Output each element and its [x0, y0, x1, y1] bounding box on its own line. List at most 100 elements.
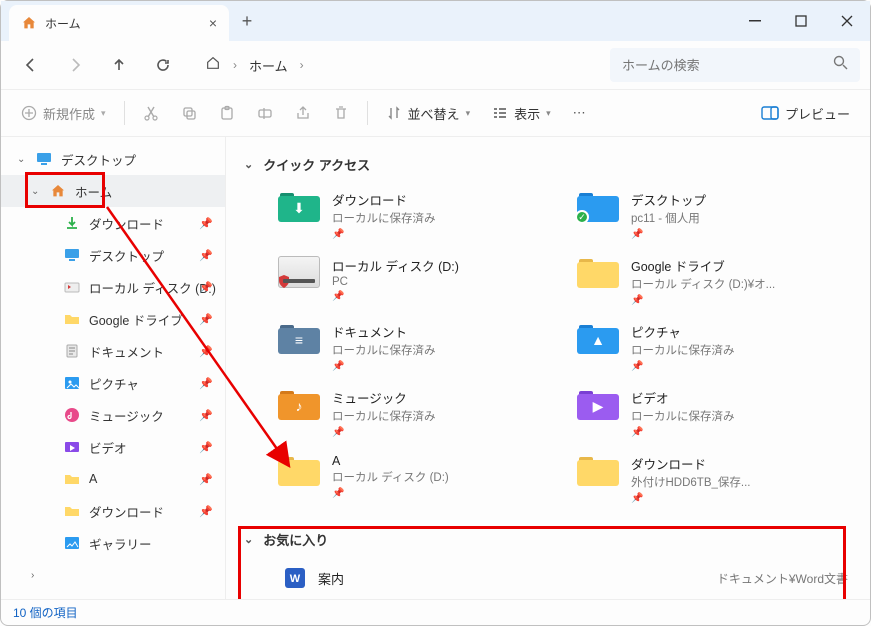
picture-icon: ▲ [577, 322, 619, 354]
chevron-right-icon: › [233, 58, 237, 72]
quick-item-sub: ローカルに保存済み [631, 342, 735, 358]
quick-item-ダウンロード[interactable]: ⬇ダウンロードローカルに保存済み📌 [274, 184, 553, 246]
quick-item-ピクチャ[interactable]: ▲ ピクチャローカルに保存済み 📌 [573, 316, 852, 378]
svg-text:W: W [290, 573, 301, 585]
sidebar-item-blank[interactable]: › [1, 559, 225, 591]
new-button[interactable]: 新規作成 ▾ [11, 95, 116, 131]
copy-button[interactable] [171, 95, 207, 131]
pin-icon: 📌 [631, 361, 735, 372]
search-box[interactable] [610, 48, 860, 82]
search-input[interactable] [622, 58, 833, 73]
quick-item-ミュージック[interactable]: ♪ミュージックローカルに保存済み📌 [274, 382, 553, 444]
pin-icon: 📌 [199, 441, 213, 454]
doc-icon [63, 342, 81, 360]
address-bar[interactable]: › ホーム › [195, 48, 598, 82]
gallery-icon [63, 534, 81, 552]
sidebar-item-デスクトップ[interactable]: ⌄デスクトップ [1, 143, 225, 175]
sidebar-item-Google ドライブ[interactable]: Google ドライブ 📌 [1, 303, 225, 335]
sidebar-item-ビデオ[interactable]: ビデオ📌 [1, 431, 225, 463]
chevron-right-icon[interactable]: › [300, 58, 304, 72]
quick-item-sub: ローカルに保存済み [332, 342, 436, 358]
chevron-down-icon: ⌄ [244, 158, 253, 171]
disk-icon [278, 256, 320, 288]
quick-item-Google ドライブ[interactable]: Google ドライブローカル ディスク (D:)¥オ...📌 [573, 250, 852, 312]
picture-icon [63, 374, 81, 392]
sort-button[interactable]: 並べ替え ▾ [376, 95, 481, 131]
pin-icon: 📌 [332, 488, 449, 499]
quick-item-ダウンロード[interactable]: ダウンロード外付けHDD6TB_保存...📌 [573, 448, 852, 510]
quick-item-A[interactable]: Aローカル ディスク (D:)📌 [274, 448, 553, 510]
sidebar-item-ダウンロード[interactable]: ダウンロード📌 [1, 207, 225, 239]
video-icon: ▶ [577, 388, 619, 420]
back-button[interactable] [11, 47, 51, 83]
sidebar-item-label: A [89, 472, 97, 486]
quick-item-sub: ローカルに保存済み [332, 408, 436, 424]
maximize-button[interactable] [778, 1, 824, 41]
quick-item-name: ピクチャ [631, 322, 735, 341]
view-button[interactable]: 表示 ▾ [482, 95, 561, 131]
pin-icon: 📌 [199, 409, 213, 422]
sidebar-item-label: ホーム [75, 182, 112, 201]
pin-icon: 📌 [631, 427, 735, 438]
minimize-button[interactable] [732, 1, 778, 41]
pin-icon: 📌 [199, 473, 213, 486]
quick-item-ローカル ディスク (D:)[interactable]: ローカル ディスク (D:)PC📌 [274, 250, 553, 312]
close-tab-icon[interactable]: × [209, 15, 217, 31]
pin-icon: 📌 [199, 249, 213, 262]
window-tab[interactable]: ホーム × [9, 5, 229, 41]
sidebar-item-label: ローカル ディスク (D:) [89, 278, 216, 297]
sidebar-item-ミュージック[interactable]: ミュージック 📌 [1, 399, 225, 431]
folder-icon [577, 454, 619, 486]
paste-button[interactable] [209, 95, 245, 131]
music-icon [63, 406, 81, 424]
disk-shield-icon [63, 278, 81, 296]
nav-row: › ホーム › [1, 41, 870, 89]
forward-button[interactable] [55, 47, 95, 83]
close-window-button[interactable] [824, 1, 870, 41]
favorite-item-案内[interactable]: W案内ドキュメント¥Word文書 [244, 559, 852, 597]
sidebar-item-label: ミュージック [89, 406, 164, 425]
quick-item-ドキュメント[interactable]: ≡ドキュメントローカルに保存済み📌 [274, 316, 553, 378]
pin-icon: 📌 [631, 493, 751, 504]
sidebar-item-label: ダウンロード [89, 502, 164, 521]
quick-item-sub: pc11 - 個人用 [631, 210, 706, 226]
more-button[interactable]: ⋯ [563, 95, 596, 131]
status-bar: 10 個の項目 [1, 599, 870, 625]
sidebar-item-label: Google ドライブ [89, 310, 183, 329]
refresh-button[interactable] [143, 47, 183, 83]
chevron-icon: › [31, 570, 45, 581]
breadcrumb-root[interactable]: ホーム [249, 56, 288, 75]
rename-button[interactable] [247, 95, 283, 131]
pin-icon: 📌 [199, 313, 213, 326]
folder-icon [63, 470, 81, 488]
quick-item-sub: ローカル ディスク (D:) [332, 469, 449, 485]
tab-title: ホーム [45, 15, 201, 32]
sidebar-item-ホーム[interactable]: ⌄ホーム [1, 175, 225, 207]
share-button[interactable] [285, 95, 321, 131]
cut-button[interactable] [133, 95, 169, 131]
favorites-header[interactable]: ⌄ お気に入り [244, 530, 852, 549]
quick-item-ビデオ[interactable]: ▶ビデオローカルに保存済み📌 [573, 382, 852, 444]
content-pane: ⌄ クイック アクセス ⬇ダウンロードローカルに保存済み📌 ✓デスクトップpc11… [226, 137, 870, 599]
music-icon: ♪ [278, 388, 320, 420]
new-tab-button[interactable]: + [229, 1, 265, 41]
pin-icon: 📌 [332, 427, 436, 438]
sidebar-item-label: デスクトップ [61, 150, 136, 169]
home-icon [205, 55, 221, 76]
desktop-icon: ✓ [577, 190, 619, 222]
sidebar-item-ダウンロード[interactable]: ダウンロード📌 [1, 495, 225, 527]
sidebar-item-label: デスクトップ [89, 246, 164, 265]
quick-item-name: ビデオ [631, 388, 735, 407]
sidebar-item-ギャラリー[interactable]: ギャラリー [1, 527, 225, 559]
sidebar-item-ローカル ディスク (D:)[interactable]: ローカル ディスク (D:)📌 [1, 271, 225, 303]
sidebar-item-デスクトップ[interactable]: デスクトップ 📌 [1, 239, 225, 271]
preview-button[interactable]: プレビュー [751, 95, 860, 131]
sidebar-item-A[interactable]: A📌 [1, 463, 225, 495]
sidebar-item-ドキュメント[interactable]: ドキュメント📌 [1, 335, 225, 367]
quick-access-header[interactable]: ⌄ クイック アクセス [244, 155, 852, 174]
sidebar-item-ピクチャ[interactable]: ピクチャ📌 [1, 367, 225, 399]
delete-button[interactable] [323, 95, 359, 131]
search-icon[interactable] [833, 55, 848, 75]
up-button[interactable] [99, 47, 139, 83]
quick-item-デスクトップ[interactable]: ✓デスクトップpc11 - 個人用📌 [573, 184, 852, 246]
